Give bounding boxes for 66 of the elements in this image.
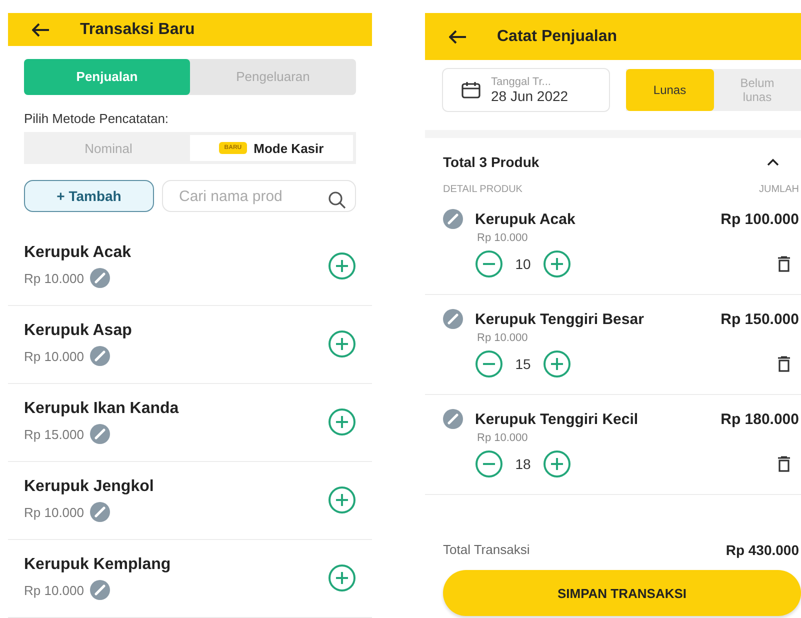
- save-button[interactable]: SIMPAN TRANSAKSI: [443, 570, 801, 616]
- minus-circle-icon[interactable]: [475, 350, 503, 378]
- product-price: Rp 10.000: [24, 270, 84, 286]
- product-total: Rp 100.000: [720, 210, 799, 228]
- pencil-icon[interactable]: [443, 409, 463, 429]
- payment-status-option[interactable]: Lunas: [626, 69, 714, 111]
- method-label: Pilih Metode Pencatatan:: [24, 110, 170, 126]
- column-header: DETAIL PRODUK: [443, 184, 522, 195]
- unit-price: Rp 10.000: [476, 232, 529, 244]
- product-total: Rp 150.000: [720, 310, 799, 328]
- search-icon: [328, 191, 346, 210]
- product-name: Kerupuk Tenggiri Besar: [475, 310, 645, 328]
- quantity: 10: [514, 256, 532, 272]
- pencil-icon[interactable]: [90, 424, 110, 444]
- chevron-up-icon[interactable]: [767, 158, 779, 166]
- product-name: Kerupuk Acak: [475, 210, 576, 228]
- add-circle-icon[interactable]: [328, 252, 356, 280]
- total-value: Rp 430.000: [726, 542, 799, 558]
- product-price: Rp 15.000: [24, 426, 84, 442]
- method-label-text: Nominal: [84, 140, 132, 156]
- minus-circle-icon[interactable]: [475, 250, 503, 278]
- product-name: Kerupuk Kemplang: [24, 556, 171, 574]
- pencil-icon[interactable]: [90, 502, 110, 522]
- pencil-icon[interactable]: [90, 580, 110, 600]
- product-name: Kerupuk Acak: [24, 244, 131, 262]
- add-circle-icon[interactable]: [543, 250, 571, 278]
- trash-icon[interactable]: [777, 456, 791, 472]
- product-price: Rp 10.000: [24, 348, 84, 364]
- back-arrow-icon[interactable]: [32, 22, 50, 37]
- unit-price: Rp 10.000: [476, 432, 529, 444]
- method-label-text: Mode Kasir: [254, 140, 324, 156]
- calendar-icon: [461, 81, 481, 99]
- product-price: Rp 10.000: [24, 504, 84, 520]
- pencil-icon[interactable]: [443, 209, 463, 229]
- product-total: Rp 180.000: [720, 410, 799, 428]
- add-circle-icon[interactable]: [328, 330, 356, 358]
- add-circle-icon[interactable]: [543, 350, 571, 378]
- product-name: Kerupuk Jengkol: [24, 478, 154, 496]
- screen-title: Catat Penjualan: [497, 28, 618, 46]
- date-value: 28 Jun 2022: [491, 88, 568, 104]
- search-field[interactable]: Cari nama prod: [162, 180, 356, 212]
- product-price: Rp 10.000: [24, 582, 84, 598]
- quantity: 15: [514, 356, 532, 372]
- product-name: Kerupuk Ikan Kanda: [24, 400, 179, 418]
- unit-price: Rp 10.000: [476, 332, 529, 344]
- product-name: Kerupuk Asap: [24, 322, 132, 340]
- add-circle-icon[interactable]: [543, 450, 571, 478]
- pencil-icon[interactable]: [90, 346, 110, 366]
- add-circle-icon[interactable]: [328, 408, 356, 436]
- add-button[interactable]: + Tambah: [24, 180, 154, 212]
- minus-circle-icon[interactable]: [475, 450, 503, 478]
- date-field[interactable]: Tanggal Tr... 28 Jun 2022: [442, 68, 610, 112]
- back-arrow-icon[interactable]: [449, 30, 467, 44]
- pencil-icon[interactable]: [90, 268, 110, 288]
- trash-icon[interactable]: [777, 256, 791, 272]
- summary-title: Total 3 Produk: [443, 154, 540, 170]
- quantity: 18: [514, 456, 532, 472]
- add-circle-icon[interactable]: [328, 486, 356, 514]
- trash-icon[interactable]: [777, 356, 791, 372]
- add-circle-icon[interactable]: [328, 564, 356, 592]
- screen-title: Transaksi Baru: [80, 20, 195, 39]
- pencil-icon[interactable]: [443, 309, 463, 329]
- product-name: Kerupuk Tenggiri Kecil: [475, 410, 640, 428]
- total-label: Total Transaksi: [443, 542, 530, 558]
- date-label: Tanggal Tr...: [491, 76, 552, 88]
- column-header: JUMLAH: [758, 184, 799, 195]
